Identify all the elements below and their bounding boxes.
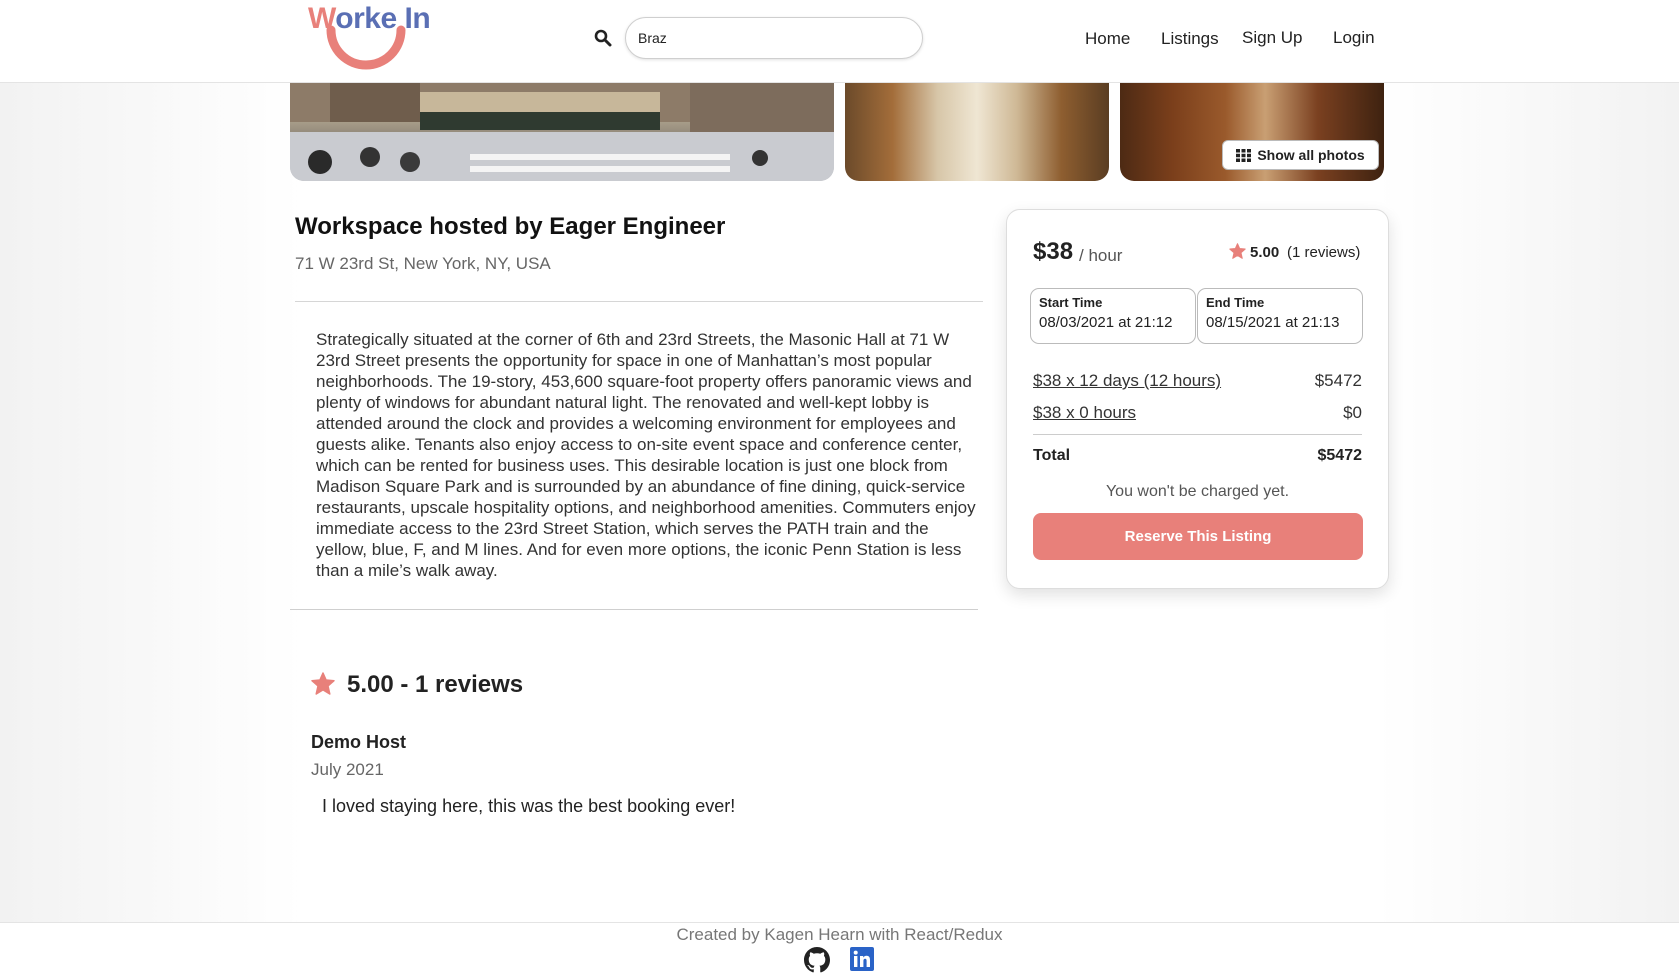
divider xyxy=(290,609,978,610)
listing-description: Strategically situated at the corner of … xyxy=(316,330,976,580)
logo[interactable]: Worke In xyxy=(308,2,433,80)
grid-icon xyxy=(1236,148,1252,162)
start-time-field[interactable]: Start Time 08/03/2021 at 21:12 xyxy=(1030,288,1196,344)
days-cost-value: $5472 xyxy=(1314,371,1362,390)
street-photo xyxy=(290,82,834,181)
divider xyxy=(295,301,983,302)
review-text: I loved staying here, this was the best … xyxy=(322,796,736,816)
github-icon[interactable] xyxy=(804,947,830,973)
listing-address: 71 W 23rd St, New York, NY, USA xyxy=(295,254,551,273)
total-value: $5472 xyxy=(1317,447,1363,464)
listing-photo-lobby[interactable] xyxy=(845,82,1109,181)
nav-signup[interactable]: Sign Up xyxy=(1242,28,1302,48)
show-all-photos-label: Show all photos xyxy=(1257,147,1365,163)
nav-home[interactable]: Home xyxy=(1085,29,1130,49)
start-time-label: Start Time xyxy=(1039,295,1103,310)
hours-cost-label[interactable]: $38 x 0 hours xyxy=(1033,403,1136,423)
days-cost-label[interactable]: $38 x 12 days (12 hours) xyxy=(1033,371,1221,391)
review-count: (1 reviews) xyxy=(1287,244,1361,261)
charge-note: You won't be charged yet. xyxy=(1105,483,1290,500)
total-label: Total xyxy=(1033,447,1071,464)
reviewer-name: Demo Host xyxy=(311,732,407,752)
hours-cost-value: $0 xyxy=(1343,403,1362,422)
star-icon xyxy=(311,672,335,695)
show-all-photos-button[interactable]: Show all photos xyxy=(1222,140,1379,170)
price-unit: / hour xyxy=(1079,246,1123,265)
star-icon xyxy=(1229,243,1246,259)
reserve-button[interactable]: Reserve This Listing xyxy=(1033,513,1363,560)
end-time-field[interactable]: End Time 08/15/2021 at 21:13 xyxy=(1197,288,1363,344)
listing-title: Workspace hosted by Eager Engineer xyxy=(295,213,726,240)
booking-card: $38 / hour 5.00 (1 reviews) Start Time 0… xyxy=(1006,209,1389,589)
end-time-value: 08/15/2021 at 21:13 xyxy=(1206,314,1340,331)
linkedin-icon[interactable] xyxy=(850,947,874,971)
nav-listings[interactable]: Listings xyxy=(1161,29,1219,49)
site-header: Worke In Home Listings Sign Up Login xyxy=(0,0,1679,83)
logo-smile-icon xyxy=(326,25,406,70)
footer-credit: Created by Kagen Hearn with React/Redux xyxy=(676,925,1003,944)
price-per-hour: $38 xyxy=(1033,238,1074,265)
divider xyxy=(1033,434,1362,435)
start-time-value: 08/03/2021 at 21:12 xyxy=(1039,314,1173,331)
nav-login[interactable]: Login xyxy=(1333,28,1375,48)
reviews-summary: 5.00 - 1 reviews xyxy=(347,671,524,698)
search-input[interactable] xyxy=(625,17,923,59)
listing-photo-main[interactable] xyxy=(290,82,834,181)
rating-value: 5.00 xyxy=(1250,244,1280,261)
end-time-label: End Time xyxy=(1206,295,1265,310)
search-icon[interactable] xyxy=(594,29,612,47)
site-footer: Created by Kagen Hearn with React/Redux xyxy=(0,922,1679,978)
review-date: July 2021 xyxy=(311,760,384,779)
